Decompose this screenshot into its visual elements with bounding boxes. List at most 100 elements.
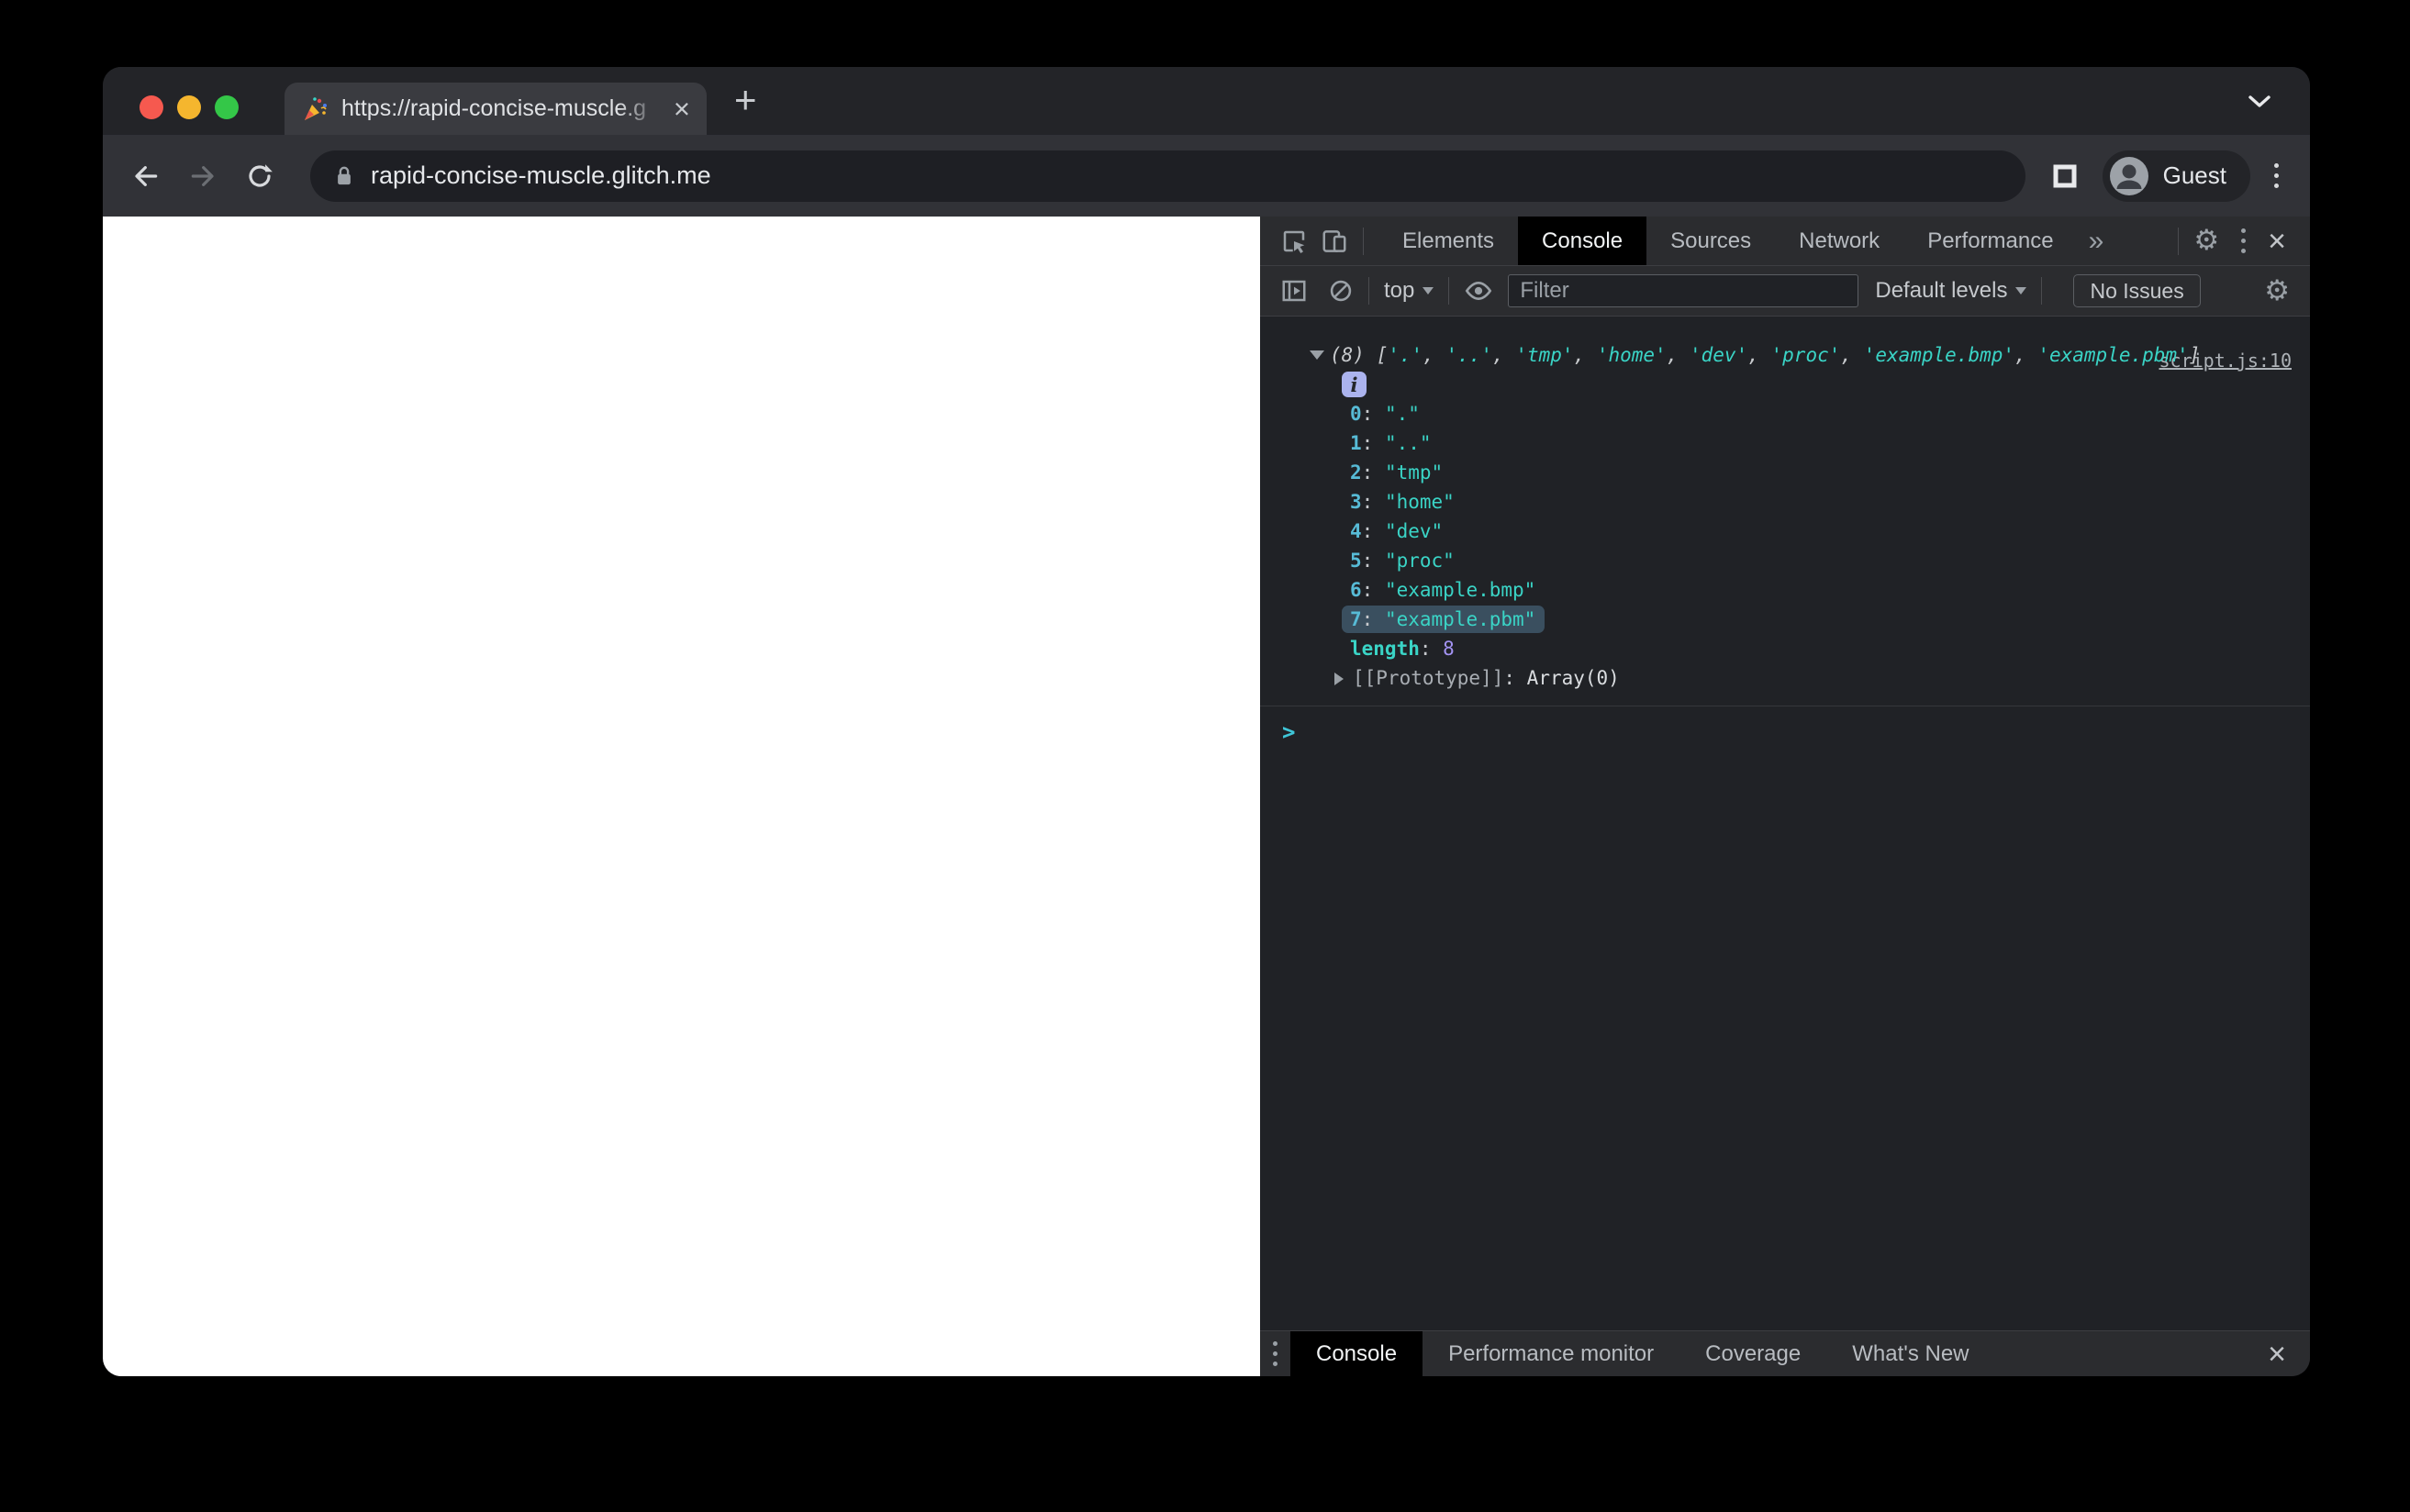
- preview-item: 'proc': [1770, 344, 1841, 366]
- devtools-tab-sources[interactable]: Sources: [1646, 217, 1775, 265]
- drawer-tab-performance-monitor[interactable]: Performance monitor: [1423, 1331, 1679, 1376]
- preview-separator: ,: [1573, 344, 1597, 366]
- browser-menu-icon[interactable]: [2274, 163, 2279, 188]
- preview-separator: ,: [1492, 344, 1516, 366]
- collapse-triangle-icon[interactable]: [1310, 350, 1324, 360]
- entry-index: 5: [1350, 550, 1362, 572]
- entry-colon: :: [1361, 520, 1385, 542]
- preview-item: 'home': [1596, 344, 1667, 366]
- entry-colon: :: [1361, 550, 1385, 572]
- chevron-down-icon: [2015, 287, 2027, 295]
- divider: [2041, 277, 2043, 305]
- drawer-tab-console[interactable]: Console: [1290, 1331, 1423, 1376]
- array-entries: 0: "." 1: ".." 2: "tmp" 3: "home" 4: "dev" 5:…: [1260, 399, 2310, 634]
- preview-item: 'example.pbm': [2037, 344, 2189, 366]
- entry-value: "proc": [1384, 550, 1455, 572]
- browser-tab[interactable]: https://rapid-concise-muscle.g ×: [285, 83, 707, 135]
- array-entry-6[interactable]: 6: "example.bmp": [1260, 575, 2310, 605]
- side-panel-icon[interactable]: [2051, 162, 2079, 190]
- divider: [1448, 277, 1450, 305]
- new-tab-button[interactable]: +: [734, 78, 757, 122]
- entry-value: "example.bmp": [1384, 579, 1536, 601]
- clear-console-icon[interactable]: [1328, 278, 1354, 304]
- issues-button[interactable]: No Issues: [2073, 274, 2201, 307]
- devtools-tabbar-tabs: Elements Console Sources Network Performance: [1378, 217, 2078, 265]
- preview-bracket: ]: [2188, 344, 2201, 366]
- devtools-tab-console[interactable]: Console: [1518, 217, 1647, 265]
- array-entry-5[interactable]: 5: "proc": [1260, 546, 2310, 575]
- entry-index: 6: [1350, 579, 1362, 601]
- array-entry-2[interactable]: 2: "tmp": [1260, 458, 2310, 487]
- context-selector[interactable]: top: [1384, 278, 1434, 304]
- lock-icon: [338, 166, 351, 184]
- entry-index: 1: [1350, 432, 1362, 454]
- party-popper-favicon: [305, 96, 327, 120]
- devtools-close-icon[interactable]: ×: [2268, 226, 2286, 257]
- profile-button[interactable]: Guest: [2102, 150, 2250, 202]
- drawer-menu-icon[interactable]: [1273, 1341, 1278, 1366]
- devtools-tab-network[interactable]: Network: [1775, 217, 1903, 265]
- close-window-button[interactable]: [139, 95, 163, 119]
- evaluated-info-row: i: [1260, 370, 2310, 399]
- array-length-row[interactable]: length: 8: [1260, 634, 2310, 663]
- filter-input[interactable]: [1508, 274, 1859, 307]
- url-text: rapid-concise-muscle.glitch.me: [371, 161, 711, 189]
- preview-separator: ,: [1666, 344, 1690, 366]
- profile-name: Guest: [2162, 161, 2226, 189]
- entry-colon: :: [1361, 432, 1385, 454]
- preview-separator: ,: [2014, 344, 2038, 366]
- array-entry-0[interactable]: 0: ".": [1260, 399, 2310, 428]
- prototype-row[interactable]: [[Prototype]]: Array(0): [1260, 663, 2310, 693]
- preview-item: 'tmp': [1515, 344, 1574, 366]
- inspect-element-icon[interactable]: [1280, 228, 1308, 255]
- maximize-window-button[interactable]: [215, 95, 239, 119]
- entry-value: "example.pbm": [1384, 608, 1536, 630]
- devtools-tab-performance[interactable]: Performance: [1903, 217, 2077, 265]
- divider: [2178, 227, 2180, 255]
- entry-colon: :: [1361, 461, 1385, 484]
- window-content: Elements Console Sources Network Performance…: [103, 217, 2310, 1376]
- page-viewport[interactable]: [103, 217, 1260, 1376]
- live-expression-eye-icon[interactable]: [1464, 276, 1493, 306]
- device-toolbar-icon[interactable]: [1321, 228, 1348, 255]
- drawer-tab-coverage[interactable]: Coverage: [1679, 1331, 1826, 1376]
- expand-triangle-icon[interactable]: [1334, 673, 1344, 685]
- entry-colon: :: [1361, 403, 1385, 425]
- more-tabs-icon[interactable]: »: [2089, 226, 2104, 257]
- drawer-close-icon[interactable]: ×: [2268, 1339, 2286, 1370]
- entry-value: "home": [1384, 491, 1455, 513]
- address-bar[interactable]: rapid-concise-muscle.glitch.me: [310, 150, 2025, 202]
- console-toolbar: top Default levels No Issues ⚙: [1260, 266, 2310, 317]
- drawer-tab-what-s-new[interactable]: What's New: [1826, 1331, 1994, 1376]
- reload-icon[interactable]: [244, 161, 275, 192]
- divider: [1363, 227, 1364, 255]
- devtools-menu-icon[interactable]: [2241, 228, 2247, 253]
- array-entry-7[interactable]: 7: "example.pbm": [1260, 605, 2310, 634]
- back-icon[interactable]: [130, 161, 162, 192]
- array-entry-1[interactable]: 1: "..": [1260, 428, 2310, 458]
- array-preview-text: (8) ['.', '..', 'tmp', 'home', 'dev', 'p…: [1330, 344, 2200, 366]
- entry-colon: :: [1361, 491, 1385, 513]
- tab-search-chevron-icon[interactable]: [2248, 94, 2271, 113]
- entry-index: 0: [1350, 403, 1362, 425]
- preview-count: (8) [: [1330, 344, 1389, 366]
- devtools-tabbar: Elements Console Sources Network Performance…: [1260, 217, 2310, 266]
- settings-gear-icon[interactable]: ⚙: [2193, 227, 2219, 255]
- array-entry-4[interactable]: 4: "dev": [1260, 517, 2310, 546]
- array-preview-row: (8) ['.', '..', 'tmp', 'home', 'dev', 'p…: [1260, 340, 2310, 370]
- browser-toolbar: rapid-concise-muscle.glitch.me Guest: [103, 135, 2310, 217]
- entry-index: 4: [1350, 520, 1362, 542]
- console-sidebar-icon[interactable]: [1280, 277, 1308, 305]
- entry-value: ".": [1384, 403, 1420, 425]
- console-output[interactable]: script.js:10 (8) ['.', '..', 'tmp', 'hom…: [1260, 317, 2310, 1330]
- preview-item: 'example.bmp': [1863, 344, 2015, 366]
- minimize-window-button[interactable]: [177, 95, 201, 119]
- console-prompt[interactable]: >: [1260, 706, 2310, 745]
- devtools-tab-elements[interactable]: Elements: [1378, 217, 1518, 265]
- entry-colon: :: [1361, 579, 1385, 601]
- drawer-tabs: Console Performance monitor Coverage What's…: [1290, 1331, 1995, 1376]
- array-entry-3[interactable]: 3: "home": [1260, 487, 2310, 517]
- log-levels-selector[interactable]: Default levels: [1875, 278, 2027, 304]
- tab-close-icon[interactable]: ×: [674, 94, 690, 123]
- console-settings-gear-icon[interactable]: ⚙: [2264, 276, 2290, 306]
